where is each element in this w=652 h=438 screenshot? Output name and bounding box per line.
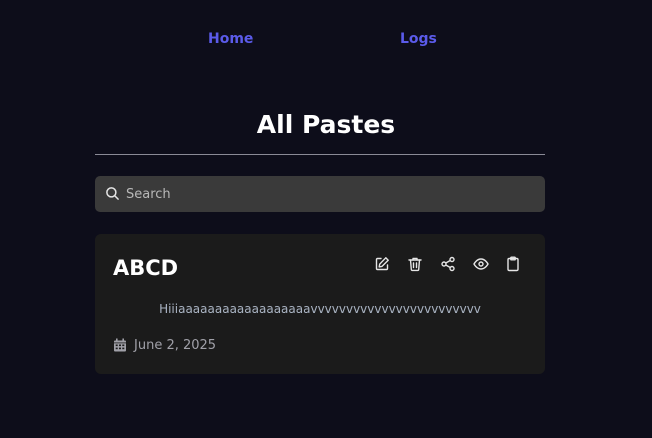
paste-content: Hiiiaaaaaaaaaaaaaaaaaavvvvvvvvvvvvvvvvvv… (159, 302, 481, 316)
copy-button[interactable] (505, 256, 523, 274)
nav-link-logs[interactable]: Logs (400, 30, 437, 48)
title-divider (95, 154, 545, 155)
edit-button[interactable] (374, 256, 392, 274)
search-icon (105, 186, 120, 201)
paste-title: ABCD (113, 256, 179, 280)
clipboard-icon (505, 256, 523, 272)
share-icon (440, 256, 458, 272)
pencil-square-icon (374, 256, 392, 272)
trash-icon (407, 256, 425, 272)
eye-icon (473, 256, 491, 272)
view-button[interactable] (473, 256, 491, 274)
page: Home Logs All Pastes ABCD (0, 0, 652, 438)
search-input[interactable] (126, 176, 526, 212)
page-title: All Pastes (256, 110, 396, 139)
nav-link-home[interactable]: Home (208, 30, 253, 48)
share-button[interactable] (440, 256, 458, 274)
delete-button[interactable] (407, 256, 425, 274)
paste-date-text: June 2, 2025 (134, 338, 217, 353)
paste-card: ABCD Hiiiaaaaaaaaaaaaaaaaaavvvvvvvvvvvvv… (95, 234, 545, 374)
top-nav: Home Logs (0, 30, 652, 50)
search-bar[interactable] (95, 176, 545, 212)
calendar-icon (114, 338, 126, 352)
